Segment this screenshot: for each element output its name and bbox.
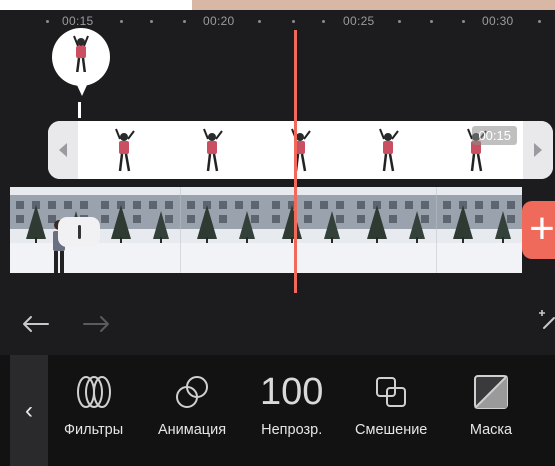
chevron-left-icon	[59, 143, 67, 157]
video-frame-thumbnail	[351, 187, 438, 273]
overlay-frame-thumbnail	[291, 128, 311, 172]
ruler-label-1: 00:15	[62, 14, 94, 28]
ruler-dot	[150, 20, 153, 23]
ruler-dot	[538, 20, 541, 23]
ruler-dot	[398, 20, 401, 23]
pin-tail	[71, 72, 93, 96]
mask-icon	[469, 370, 513, 414]
handle-grip	[77, 225, 81, 239]
playhead[interactable]	[294, 30, 297, 293]
tool-filters-label: Фильтры	[64, 422, 124, 438]
animation-icon	[170, 370, 214, 414]
filters-icon	[72, 370, 116, 414]
opacity-value: 100	[260, 371, 324, 413]
ruler-dot	[258, 20, 261, 23]
redo-icon	[83, 316, 109, 332]
ruler-dot	[46, 20, 49, 23]
overlay-trim-right-handle[interactable]	[523, 121, 553, 179]
ruler-dot	[292, 20, 295, 23]
video-frame-thumbnail	[180, 187, 267, 273]
ruler-label-4: 00:30	[482, 14, 514, 28]
tool-blend[interactable]: Смешение	[355, 370, 427, 450]
overlay-clip[interactable]: 00:15	[48, 121, 553, 179]
ruler-dot	[430, 20, 433, 23]
blend-icon	[369, 370, 413, 414]
tool-animation[interactable]: Анимация	[158, 370, 226, 450]
tool-mask-label: Маска	[469, 422, 513, 438]
video-frame-thumbnail	[266, 187, 352, 273]
tool-opacity-label: Непрозр.	[261, 422, 323, 438]
overlay-frame-thumbnail	[379, 128, 399, 172]
undo-icon	[23, 316, 49, 332]
overlay-thumbnail-pin[interactable]	[52, 28, 112, 100]
tool-blend-label: Смешение	[355, 422, 428, 438]
toolbar-back-button[interactable]: ‹	[10, 355, 48, 466]
add-clip-button[interactable]: +	[522, 201, 555, 259]
ruler-label-2: 00:20	[203, 14, 235, 28]
overlay-duration-badge: 00:15	[472, 126, 517, 145]
overlay-frame-thumbnail	[115, 128, 135, 172]
tool-opacity[interactable]: 100 Непрозр.	[260, 370, 323, 450]
ruler-dot	[183, 20, 186, 23]
video-frame-thumbnail	[95, 187, 182, 273]
video-trim-handle[interactable]	[58, 217, 100, 247]
overlay-trim-left-handle[interactable]	[48, 121, 78, 179]
top-edge-strip	[0, 0, 555, 10]
ruler-dot	[462, 20, 465, 23]
ruler-label-3: 00:25	[343, 14, 375, 28]
ruler-dot	[322, 20, 325, 23]
video-frame-thumbnail	[436, 187, 522, 273]
magic-wand-icon	[539, 310, 555, 329]
top-edge-tan	[192, 0, 555, 10]
tool-mask[interactable]: Маска	[469, 370, 513, 450]
chevron-right-icon	[534, 143, 542, 157]
opacity-value-display: 100	[260, 370, 323, 414]
magic-wand-button[interactable]	[536, 306, 555, 336]
undo-button[interactable]	[20, 312, 50, 336]
redo-button[interactable]	[82, 312, 112, 336]
tool-animation-label: Анимация	[158, 422, 227, 438]
pin-stem	[78, 102, 81, 118]
overlay-frame-thumbnail	[203, 128, 223, 172]
ruler-dot	[120, 20, 123, 23]
tool-filters[interactable]: Фильтры	[64, 370, 123, 450]
overlay-frames	[80, 125, 520, 175]
